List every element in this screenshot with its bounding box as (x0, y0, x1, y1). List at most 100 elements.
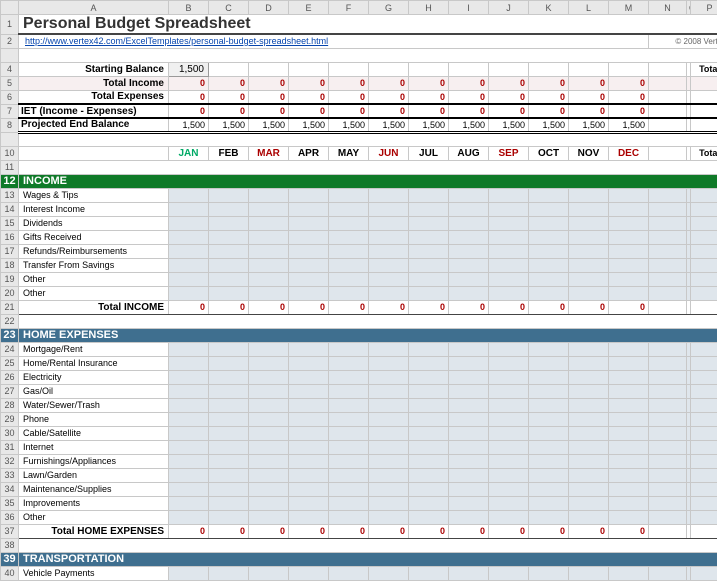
total-income-cell[interactable]: 0 (449, 76, 489, 90)
home-item-cell[interactable] (409, 510, 449, 524)
trans-item-cell[interactable] (529, 566, 569, 580)
home-item-cell[interactable] (609, 496, 649, 510)
row-header[interactable]: 34 (1, 482, 19, 496)
home-item-cell[interactable] (369, 370, 409, 384)
income-item-cell[interactable] (449, 230, 489, 244)
home-item-cell[interactable] (529, 468, 569, 482)
income-item-cell[interactable] (329, 230, 369, 244)
net-cell[interactable]: 0 (329, 104, 369, 118)
income-item-cell[interactable] (489, 216, 529, 230)
home-item-cell[interactable] (169, 356, 209, 370)
income-item-cell[interactable] (249, 202, 289, 216)
home-item-cell[interactable] (209, 384, 249, 398)
income-item-cell[interactable] (609, 272, 649, 286)
projected-cell[interactable]: 1,500 (569, 118, 609, 132)
row-header[interactable]: 22 (1, 314, 19, 328)
row-header[interactable]: 19 (1, 272, 19, 286)
home-item-cell[interactable] (489, 510, 529, 524)
home-item-cell[interactable] (169, 468, 209, 482)
home-item-cell[interactable] (169, 496, 209, 510)
home-item-cell[interactable] (609, 398, 649, 412)
home-item-cell[interactable] (449, 356, 489, 370)
home-item-cell[interactable] (249, 496, 289, 510)
home-item-cell[interactable] (489, 356, 529, 370)
home-item-cell[interactable] (489, 496, 529, 510)
total-expenses-cell[interactable]: 0 (209, 90, 249, 104)
home-item-cell[interactable] (569, 412, 609, 426)
projected-cell[interactable]: 1,500 (369, 118, 409, 132)
home-item-cell[interactable] (249, 370, 289, 384)
income-item-cell[interactable] (609, 230, 649, 244)
home-item-cell[interactable] (369, 482, 409, 496)
income-item-cell[interactable] (169, 188, 209, 202)
total-income-cell[interactable]: 0 (169, 76, 209, 90)
home-item-cell[interactable] (289, 412, 329, 426)
income-item-cell[interactable] (529, 272, 569, 286)
col-header[interactable]: I (449, 1, 489, 15)
home-item-cell[interactable] (529, 370, 569, 384)
income-item-cell[interactable] (289, 272, 329, 286)
total-expenses-cell[interactable]: 0 (609, 90, 649, 104)
home-item-cell[interactable] (249, 384, 289, 398)
col-header[interactable] (1, 1, 19, 15)
row-header[interactable]: 39 (1, 552, 19, 566)
home-item-cell[interactable] (409, 426, 449, 440)
trans-item-cell[interactable] (329, 566, 369, 580)
home-item-cell[interactable] (329, 370, 369, 384)
home-item-cell[interactable] (369, 412, 409, 426)
col-header[interactable]: F (329, 1, 369, 15)
total-income-cell[interactable]: 0 (369, 76, 409, 90)
income-item-cell[interactable] (369, 216, 409, 230)
home-item-cell[interactable] (609, 370, 649, 384)
row-header[interactable]: 16 (1, 230, 19, 244)
income-item-cell[interactable] (409, 202, 449, 216)
income-item-cell[interactable] (249, 272, 289, 286)
income-item-cell[interactable] (209, 286, 249, 300)
trans-item-cell[interactable] (409, 566, 449, 580)
row-header[interactable]: 29 (1, 412, 19, 426)
col-header[interactable]: E (289, 1, 329, 15)
home-item-cell[interactable] (289, 342, 329, 356)
projected-cell[interactable]: 1,500 (489, 118, 529, 132)
row-header[interactable]: 10 (1, 146, 19, 160)
home-item-cell[interactable] (529, 412, 569, 426)
row-header[interactable]: 26 (1, 370, 19, 384)
home-item-cell[interactable] (289, 468, 329, 482)
home-item-cell[interactable] (489, 426, 529, 440)
home-item-cell[interactable] (409, 370, 449, 384)
home-item-cell[interactable] (289, 356, 329, 370)
home-item-cell[interactable] (209, 482, 249, 496)
spreadsheet[interactable]: ABCDEFGHIJKLMNOPQ1Personal Budget Spread… (0, 0, 717, 581)
income-item-cell[interactable] (369, 230, 409, 244)
projected-cell[interactable]: 1,500 (169, 118, 209, 132)
row-header[interactable]: 27 (1, 384, 19, 398)
home-item-cell[interactable] (289, 384, 329, 398)
home-item-cell[interactable] (569, 426, 609, 440)
home-item-cell[interactable] (489, 412, 529, 426)
trans-item-cell[interactable] (489, 566, 529, 580)
net-cell[interactable]: 0 (369, 104, 409, 118)
income-item-cell[interactable] (249, 230, 289, 244)
total-expenses-cell[interactable]: 0 (409, 90, 449, 104)
col-header[interactable]: P (691, 1, 717, 15)
row-header[interactable]: 28 (1, 398, 19, 412)
home-item-cell[interactable] (289, 496, 329, 510)
income-item-cell[interactable] (169, 272, 209, 286)
home-item-cell[interactable] (609, 384, 649, 398)
income-item-cell[interactable] (489, 202, 529, 216)
home-item-cell[interactable] (369, 342, 409, 356)
home-item-cell[interactable] (329, 356, 369, 370)
home-item-cell[interactable] (209, 356, 249, 370)
net-cell[interactable]: 0 (449, 104, 489, 118)
home-item-cell[interactable] (209, 370, 249, 384)
net-cell[interactable]: 0 (209, 104, 249, 118)
home-item-cell[interactable] (489, 398, 529, 412)
home-item-cell[interactable] (449, 468, 489, 482)
row-header[interactable]: 2 (1, 34, 19, 48)
income-item-cell[interactable] (169, 258, 209, 272)
home-item-cell[interactable] (529, 482, 569, 496)
income-item-cell[interactable] (529, 244, 569, 258)
income-item-cell[interactable] (249, 188, 289, 202)
home-item-cell[interactable] (169, 482, 209, 496)
row-header[interactable]: 33 (1, 468, 19, 482)
